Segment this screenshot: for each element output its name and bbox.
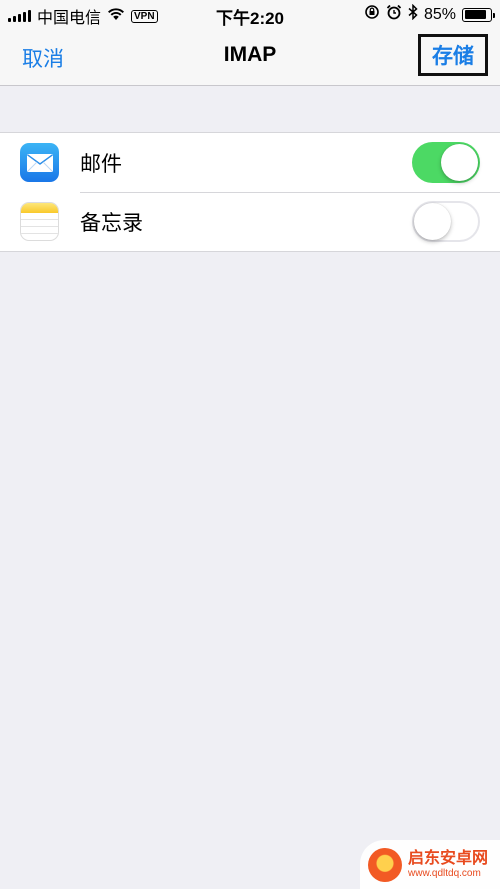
notes-toggle[interactable] — [412, 201, 480, 242]
list-item-mail: 邮件 — [0, 133, 500, 192]
watermark-logo-icon — [368, 847, 402, 882]
sync-options-list: 邮件 备忘录 — [0, 132, 500, 252]
battery-icon — [462, 7, 495, 22]
toggle-knob — [441, 144, 478, 181]
notes-label: 备忘录 — [80, 211, 143, 235]
orientation-lock-icon — [364, 4, 380, 25]
watermark-url: www.qdltdq.com — [408, 867, 481, 879]
watermark-name: 启东安卓网 — [408, 850, 489, 868]
site-watermark: 启东安卓网 www.qdltdq.com — [360, 840, 500, 889]
navigation-bar: 取消 IMAP 存储 — [0, 28, 500, 86]
list-item-notes: 备忘录 — [0, 192, 500, 251]
mail-app-icon — [20, 143, 59, 182]
alarm-icon — [386, 4, 402, 25]
bluetooth-icon — [408, 3, 418, 25]
toggle-knob — [414, 203, 451, 240]
watermark-text: 启东安卓网 www.qdltdq.com — [408, 850, 488, 879]
mail-toggle[interactable] — [412, 142, 480, 183]
status-bar: 中国电信 VPN 下午2:20 85% — [0, 0, 500, 28]
mail-label: 邮件 — [80, 152, 122, 176]
battery-percent: 85% — [423, 5, 456, 23]
save-button[interactable]: 存储 — [418, 34, 488, 76]
status-right: 85% — [364, 3, 495, 25]
notes-app-icon — [20, 202, 59, 241]
